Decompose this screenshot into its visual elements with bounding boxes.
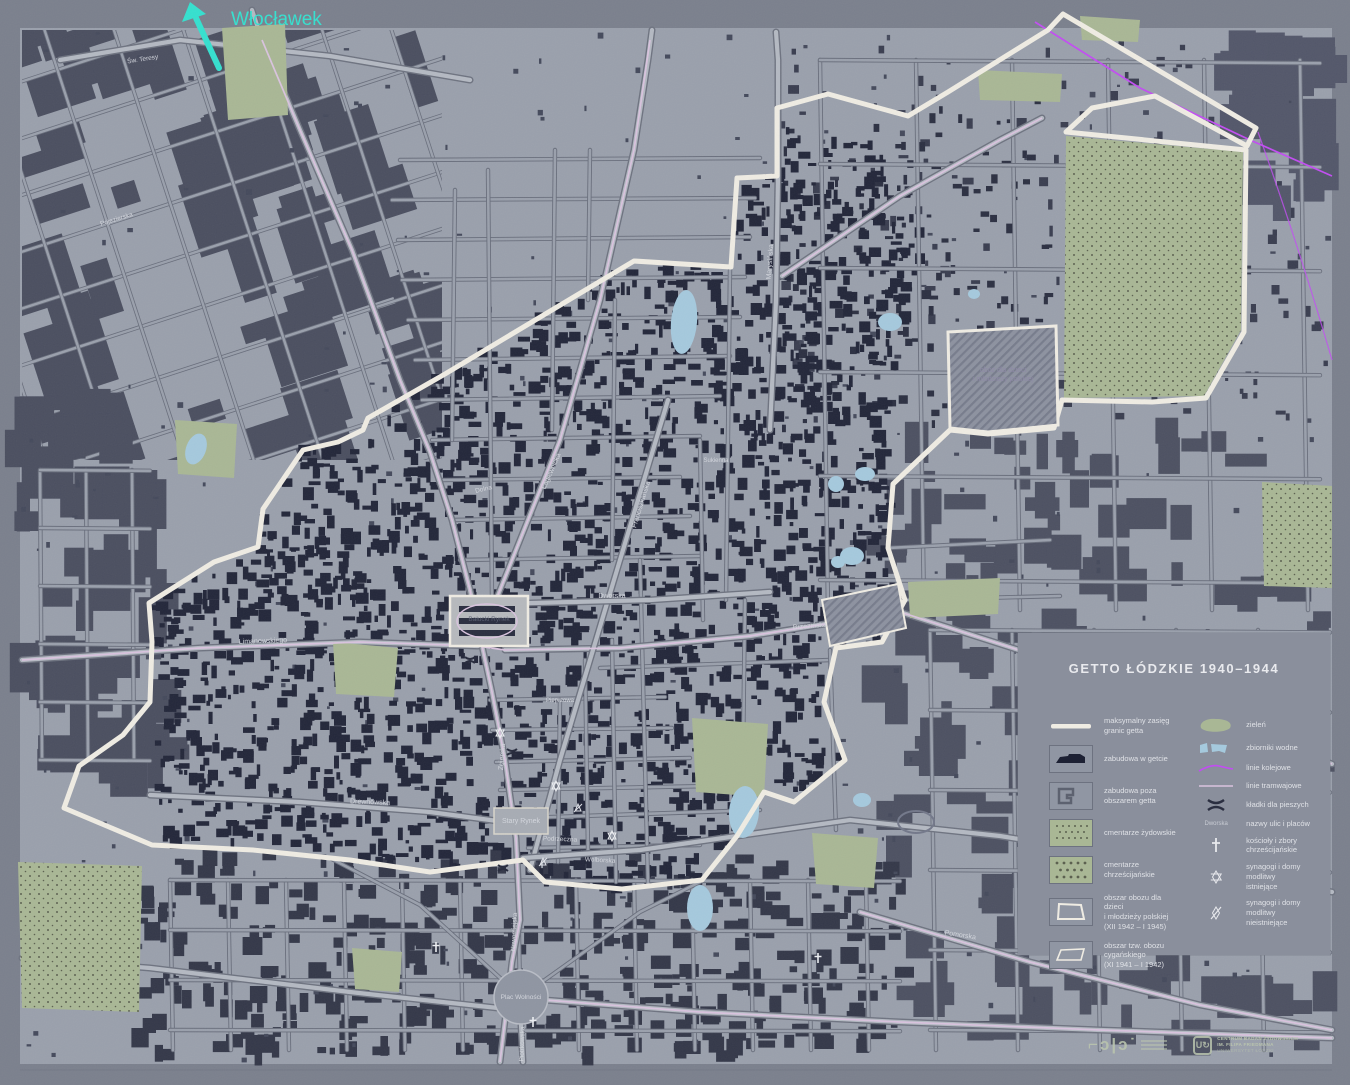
legend-item-right-5: Dworska nazwy ulic i placów bbox=[1196, 819, 1316, 829]
institute-logo-glyphs: ⌐ɔ|ɔ˙ bbox=[1088, 1035, 1138, 1054]
legend-item-label: zabudowa poza obszarem getta bbox=[1104, 785, 1157, 805]
legend-item-right-3: linie tramwajowe bbox=[1196, 781, 1316, 791]
legend-item-right-8: synagogi i domy modlitwy nieistniejące bbox=[1196, 898, 1316, 927]
legend-swatch-camp-children bbox=[1048, 898, 1094, 926]
university-logo-mark: U↻ bbox=[1193, 1035, 1213, 1055]
legend-item-label: zabudowa w getcie bbox=[1104, 753, 1168, 763]
legend-swatch-star-crossed bbox=[1196, 905, 1236, 921]
institute-logo-caption bbox=[1141, 1040, 1168, 1050]
legend-item-left-6: obszar tzw. obozu cygańskiego (XI 1941 – I… bbox=[1048, 941, 1182, 970]
legend-columns: maksymalny zasięg granic getta zabudowa w … bbox=[1018, 716, 1330, 970]
publisher-logos: ⌐ɔ|ɔ˙ U↻ CENTRUM BADAŃ ŻYDOWSKICH IM. FI… bbox=[1088, 1028, 1318, 1062]
legend-swatch-street-name: Dworska bbox=[1204, 820, 1228, 827]
legend-swatch-cem-jewish bbox=[1048, 818, 1094, 847]
university-logo-text: CENTRUM BADAŃ ŻYDOWSKICH IM. FILIPA FRIE… bbox=[1217, 1036, 1298, 1055]
legend-item-label: nazwy ulic i placów bbox=[1246, 818, 1310, 828]
legend-column-right: zieleń zbiorniki wodne linie kolejowe linie… bbox=[1196, 716, 1316, 970]
legend-item-label: kościoły i zbory chrześcijańskie bbox=[1246, 835, 1298, 855]
legend-item-right-1: zbiorniki wodne bbox=[1196, 741, 1316, 755]
legend-title: GETTO ŁÓDZKIE 1940–1944 bbox=[1068, 661, 1280, 676]
legend-item-label: obszar obozu dla dzieci i młodzieży polsk… bbox=[1104, 892, 1169, 931]
legend-item-left-4: cmentarze chrześcijańskie bbox=[1048, 855, 1182, 884]
legend-item-label: maksymalny zasięg granic getta bbox=[1104, 716, 1170, 735]
ghetto-map-poster: obóz dla dzieci i młodzieży polskiej Bałuc… bbox=[0, 0, 1350, 1085]
legend-swatch-cem-christian bbox=[1048, 855, 1094, 884]
legend-item-left-3: cmentarze żydowskie bbox=[1048, 818, 1182, 847]
legend-swatch-rail bbox=[1196, 762, 1236, 774]
legend-item-label: synagogi i domy modlitwy nieistniejące bbox=[1246, 898, 1301, 927]
legend-swatch-cross bbox=[1196, 836, 1236, 854]
legend-panel: GETTO ŁÓDZKIE 1940–1944 maksymalny zasię… bbox=[1018, 633, 1330, 970]
legend-item-left-2: zabudowa poza obszarem getta bbox=[1048, 781, 1182, 810]
legend-item-label: zbiorniki wodne bbox=[1246, 743, 1298, 753]
legend-swatch-bridge bbox=[1196, 798, 1236, 812]
legend-item-left-0: maksymalny zasięg granic getta bbox=[1048, 716, 1182, 736]
legend-item-left-5: obszar obozu dla dzieci i młodzieży polsk… bbox=[1048, 893, 1182, 932]
institute-logo: ⌐ɔ|ɔ˙ bbox=[1088, 1035, 1168, 1055]
legend-swatch-building-dark bbox=[1048, 744, 1094, 773]
legend-swatch-white-line bbox=[1048, 721, 1094, 731]
legend-column-left: maksymalny zasięg granic getta zabudowa w … bbox=[1048, 716, 1182, 970]
legend-item-right-0: zieleń bbox=[1196, 716, 1316, 734]
legend-item-label: linie kolejowe bbox=[1246, 763, 1291, 773]
legend-swatch-water bbox=[1196, 741, 1236, 755]
legend-item-right-2: linie kolejowe bbox=[1196, 762, 1316, 774]
legend-item-label: cmentarze chrześcijańskie bbox=[1104, 859, 1155, 879]
legend-item-label: zieleń bbox=[1246, 720, 1266, 730]
legend-item-label: kładki dla pieszych bbox=[1246, 799, 1309, 809]
legend-item-left-1: zabudowa w getcie bbox=[1048, 744, 1182, 773]
logo-line-3: UNIWERSYTET ŁÓDZKI bbox=[1217, 1048, 1274, 1054]
legend-item-label: synagogi i domy modlitwy istniejące bbox=[1246, 862, 1301, 891]
legend-item-right-4: kładki dla pieszych bbox=[1196, 798, 1316, 812]
legend-swatch-camp-gypsy bbox=[1048, 941, 1094, 970]
legend-item-label: obszar tzw. obozu cygańskiego (XI 1941 – I… bbox=[1104, 940, 1165, 970]
legend-swatch-tram bbox=[1196, 782, 1236, 790]
legend-item-label: linie tramwajowe bbox=[1246, 781, 1302, 790]
legend-swatch-building-outline bbox=[1048, 781, 1094, 810]
legend-item-right-6: kościoły i zbory chrześcijańskie bbox=[1196, 836, 1316, 856]
legend-item-label: cmentarze żydowskie bbox=[1104, 827, 1176, 837]
legend-item-right-7: synagogi i domy modlitwy istniejące bbox=[1196, 862, 1316, 891]
legend-swatch-star bbox=[1196, 869, 1236, 885]
university-logo: U↻ CENTRUM BADAŃ ŻYDOWSKICH IM. FILIPA F… bbox=[1193, 1035, 1298, 1055]
legend-swatch-green bbox=[1196, 716, 1236, 734]
